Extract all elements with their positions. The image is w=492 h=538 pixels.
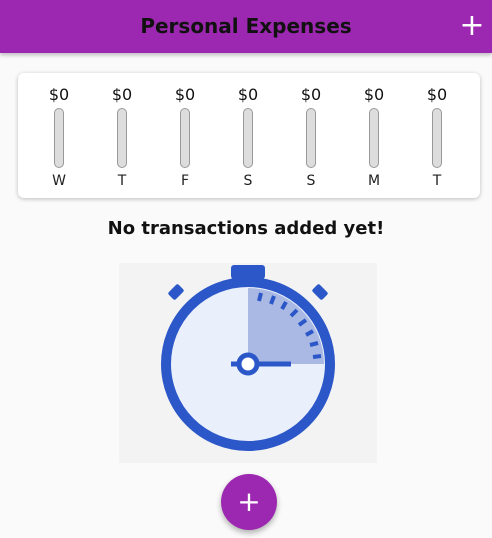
day-amount: $0 [174, 85, 196, 104]
chart-bar-day: $0 T [417, 83, 457, 193]
day-amount: $0 [237, 85, 259, 104]
chart-bar-day: $0 M [354, 83, 394, 193]
day-amount: $0 [363, 85, 385, 104]
day-label: T [432, 173, 442, 189]
day-label: S [243, 173, 253, 189]
weekly-chart-card: $0 W $0 T $0 F $0 S $0 S $0 M $0 T [18, 73, 480, 198]
spending-bar [243, 108, 253, 168]
chart-bar-day: $0 T [102, 83, 142, 193]
chart-bar-day: $0 S [228, 83, 268, 193]
day-amount: $0 [111, 85, 133, 104]
chart-bar-day: $0 S [291, 83, 331, 193]
chart-bar-day: $0 F [165, 83, 205, 193]
spending-bar [369, 108, 379, 168]
app-bar: Personal Expenses + [0, 0, 492, 53]
stopwatch-icon [161, 265, 335, 451]
spending-bar [180, 108, 190, 168]
spending-bar [432, 108, 442, 168]
chart-bar-day: $0 W [39, 83, 79, 193]
spending-bar [306, 108, 316, 168]
day-label: W [52, 173, 66, 189]
day-label: S [306, 173, 316, 189]
add-transaction-fab[interactable]: + [221, 474, 277, 530]
add-icon[interactable]: + [458, 10, 486, 42]
app-title: Personal Expenses [140, 14, 352, 38]
day-label: F [180, 173, 190, 189]
day-amount: $0 [426, 85, 448, 104]
spending-bar [117, 108, 127, 168]
day-amount: $0 [300, 85, 322, 104]
day-label: M [367, 173, 381, 189]
day-label: T [117, 173, 127, 189]
day-amount: $0 [48, 85, 70, 104]
spending-bar [54, 108, 64, 168]
empty-state-message: No transactions added yet! [107, 218, 385, 239]
stopwatch-illustration [119, 263, 377, 463]
